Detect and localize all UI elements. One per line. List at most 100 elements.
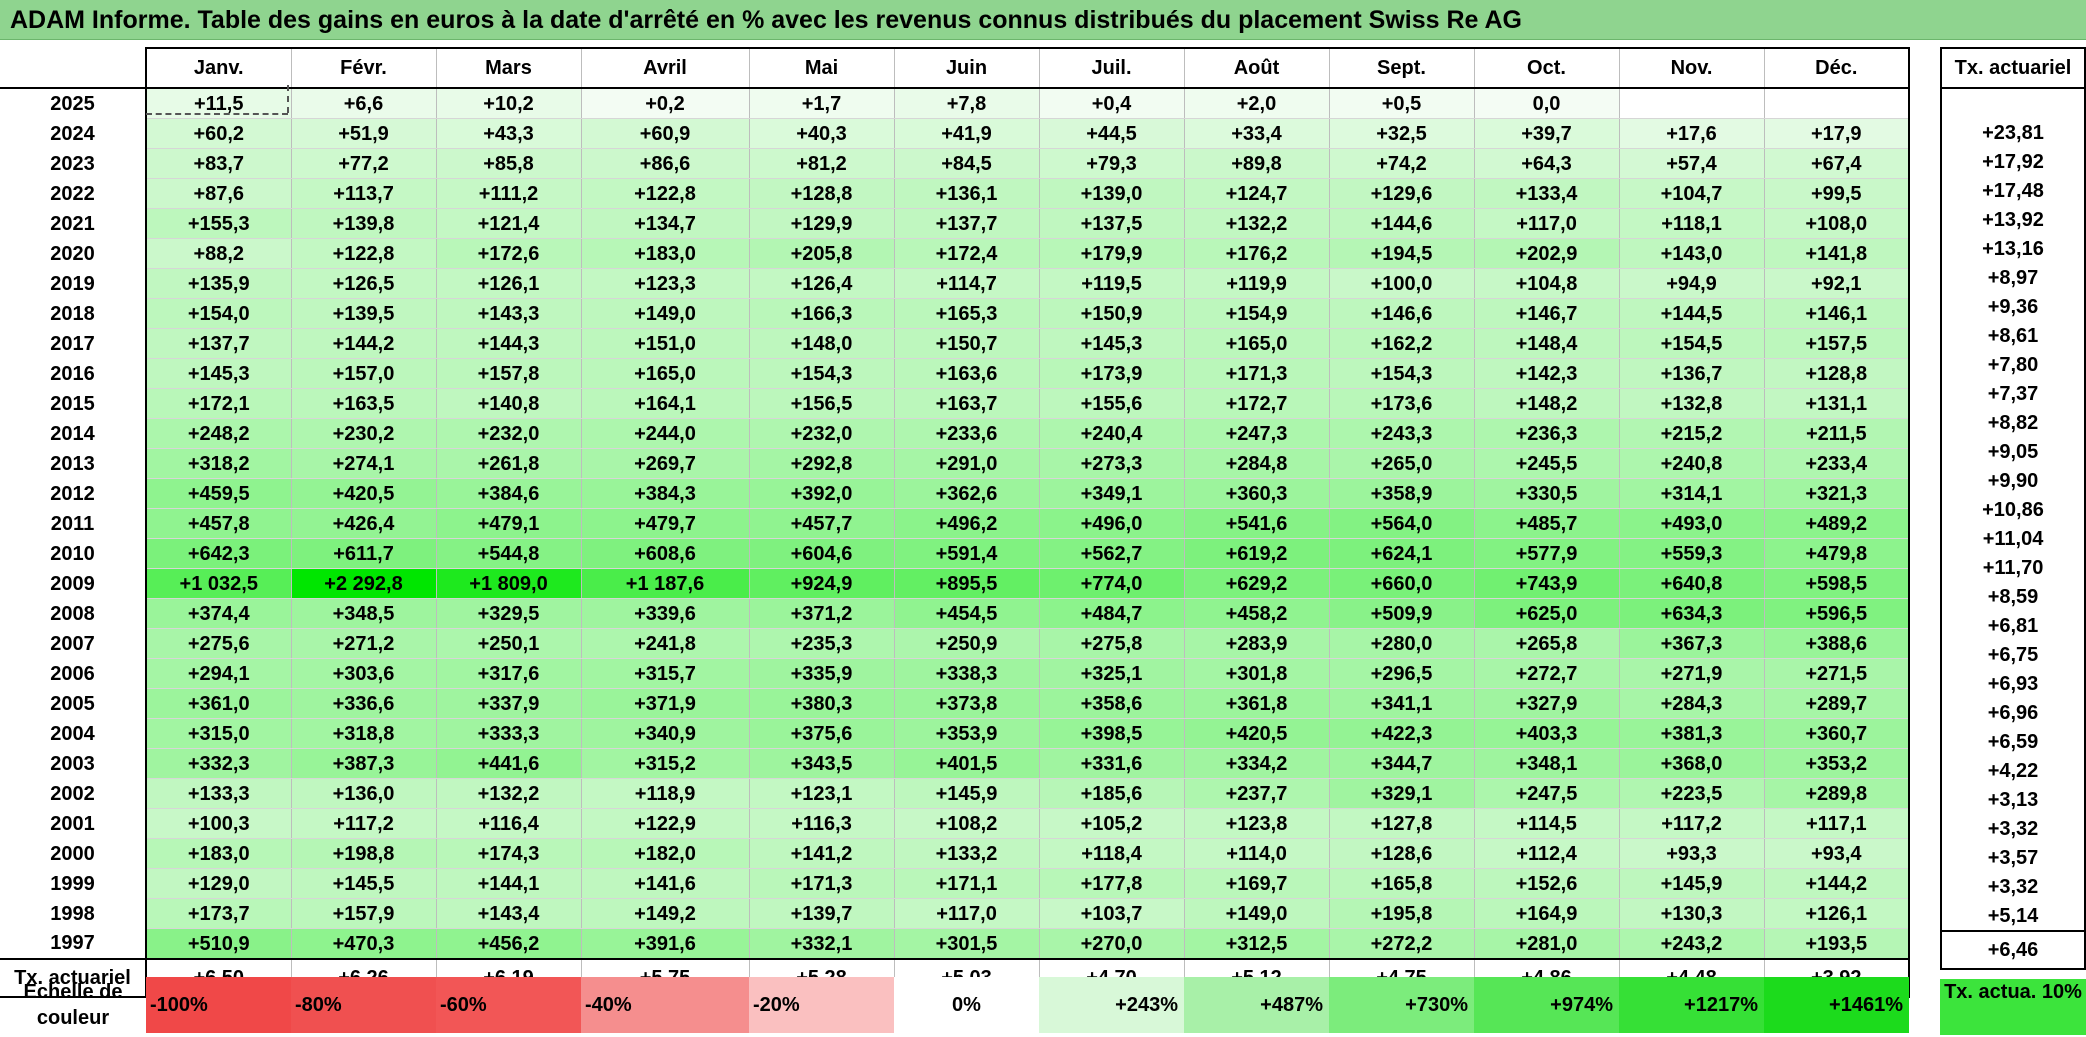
gain-cell: +232,0 <box>436 418 582 449</box>
gain-cell: +40,3 <box>749 118 895 149</box>
gain-cell: +327,9 <box>1474 688 1620 719</box>
gain-cell: +7,8 <box>894 88 1040 119</box>
gain-cell: +79,3 <box>1039 148 1185 179</box>
side-row: +6,96 <box>1940 698 2086 727</box>
gain-cell: +182,0 <box>581 838 750 869</box>
row-year: 2020 <box>0 238 147 269</box>
gain-cell: +145,9 <box>894 778 1040 809</box>
side-header-row: Tx. actuariel <box>1940 47 2086 89</box>
side-row <box>1940 88 2086 118</box>
gain-cell: +118,1 <box>1619 208 1765 239</box>
color-scale-cell: +1217% <box>1619 977 1764 1033</box>
side-row: +6,81 <box>1940 611 2086 640</box>
gain-cell: +139,7 <box>749 898 895 929</box>
row-rate: +13,92 <box>1940 205 2086 234</box>
header-month: Mars <box>436 47 582 89</box>
row-rate: +13,16 <box>1940 234 2086 263</box>
side-row: +8,61 <box>1940 321 2086 350</box>
row-year: 1997 <box>0 928 147 959</box>
gain-cell: +331,6 <box>1039 748 1185 779</box>
color-scale-cell: 0% <box>894 977 1039 1033</box>
row-year: 2005 <box>0 688 147 719</box>
gain-cell: +163,5 <box>291 388 437 419</box>
row-year: 2004 <box>0 718 147 749</box>
row-year: 2015 <box>0 388 147 419</box>
gain-cell: +171,3 <box>749 868 895 899</box>
gain-cell: +117,2 <box>1619 808 1765 839</box>
gain-cell: +87,6 <box>146 178 292 209</box>
legend-rate-10: Tx. actua. 10% <box>1940 979 2086 1035</box>
table-row: 2005 +361,0 +336,6 +337,9 +371,9 +380,3 +373,8… <box>0 688 1910 719</box>
table-row: 2020 +88,2 +122,8 +172,6 +183,0 +205,8 +172,4 +… <box>0 238 1910 269</box>
color-scale-cell: -40% <box>581 977 749 1033</box>
gain-cell: +94,9 <box>1619 268 1765 299</box>
table-row: 1997 +510,9 +470,3 +456,2 +391,6 +332,1 +301,5… <box>0 928 1910 959</box>
gain-cell: +139,5 <box>291 298 437 329</box>
gain-cell: +81,2 <box>749 148 895 179</box>
gain-cell: +272,7 <box>1474 658 1620 689</box>
gain-cell: +77,2 <box>291 148 437 179</box>
table-row: 2021 +155,3 +139,8 +121,4 +134,7 +129,9 +137,7… <box>0 208 1910 239</box>
gain-cell: +289,7 <box>1764 688 1910 719</box>
gain-cell: +157,5 <box>1764 328 1910 359</box>
gain-cell: +148,0 <box>749 328 895 359</box>
gain-cell: +479,1 <box>436 508 582 539</box>
gain-cell: +230,2 <box>291 418 437 449</box>
gain-cell: +137,7 <box>894 208 1040 239</box>
gain-cell: +114,5 <box>1474 808 1620 839</box>
row-rate: +11,04 <box>1940 524 2086 553</box>
gain-cell: +6,6 <box>291 88 437 119</box>
table-row: 2000 +183,0 +198,8 +174,3 +182,0 +141,2 +133,2… <box>0 838 1910 869</box>
gain-cell: +128,8 <box>749 178 895 209</box>
gain-cell: +157,9 <box>291 898 437 929</box>
gain-cell: +116,4 <box>436 808 582 839</box>
gain-cell: +774,0 <box>1039 568 1185 599</box>
side-row: +10,86 <box>1940 495 2086 524</box>
gain-cell: +564,0 <box>1329 508 1475 539</box>
gain-cell: +261,8 <box>436 448 582 479</box>
side-row: +8,82 <box>1940 408 2086 437</box>
gain-cell: +133,2 <box>894 838 1040 869</box>
gain-cell: +165,0 <box>581 358 750 389</box>
gain-cell: +154,9 <box>1184 298 1330 329</box>
gain-cell: +88,2 <box>146 238 292 269</box>
table-row: 2023 +83,7 +77,2 +85,8 +86,6 +81,2 +84,5 +79,3 +… <box>0 148 1910 179</box>
gain-cell: +374,4 <box>146 598 292 629</box>
table-row: 1998 +173,7 +157,9 +143,4 +149,2 +139,7 +117,0… <box>0 898 1910 929</box>
gain-cell <box>1764 88 1910 119</box>
gain-cell: +60,2 <box>146 118 292 149</box>
gain-cell: +130,3 <box>1619 898 1765 929</box>
gain-cell: +459,5 <box>146 478 292 509</box>
gain-cell: +312,5 <box>1184 928 1330 959</box>
gain-cell: +157,0 <box>291 358 437 389</box>
row-rate: +3,32 <box>1940 814 2086 843</box>
gain-cell: +2 292,8 <box>291 568 437 599</box>
gain-cell: +340,9 <box>581 718 750 749</box>
gain-cell: +280,0 <box>1329 628 1475 659</box>
gain-cell: +126,1 <box>1764 898 1910 929</box>
actuarial-rate-table: Tx. actuariel +23,81 +17,92 +17,48 +13,92 +13… <box>1940 47 2086 970</box>
gain-cell: +99,5 <box>1764 178 1910 209</box>
row-rate: +17,92 <box>1940 147 2086 176</box>
table-row: 2003 +332,3 +387,3 +441,6 +315,2 +343,5 +401,5… <box>0 748 1910 779</box>
gain-cell: +172,4 <box>894 238 1040 269</box>
gain-cell: +338,3 <box>894 658 1040 689</box>
gain-cell: +185,6 <box>1039 778 1185 809</box>
gain-cell: +150,7 <box>894 328 1040 359</box>
color-scale-cell: -80% <box>291 977 436 1033</box>
gain-cell: +166,3 <box>749 298 895 329</box>
table-row: 1999 +129,0 +145,5 +144,1 +141,6 +171,3 +171,1… <box>0 868 1910 899</box>
gain-cell: +164,1 <box>581 388 750 419</box>
gain-cell: +149,0 <box>1184 898 1330 929</box>
gain-cell: +454,5 <box>894 598 1040 629</box>
gain-cell: +250,9 <box>894 628 1040 659</box>
row-year: 2008 <box>0 598 147 629</box>
gain-cell: +265,8 <box>1474 628 1620 659</box>
gain-cell: +367,3 <box>1619 628 1765 659</box>
gain-cell: +117,1 <box>1764 808 1910 839</box>
gain-cell: +420,5 <box>291 478 437 509</box>
gain-cell: +129,0 <box>146 868 292 899</box>
gain-cell: +233,6 <box>894 418 1040 449</box>
row-year: 2000 <box>0 838 147 869</box>
row-rate: +5,14 <box>1940 901 2086 931</box>
